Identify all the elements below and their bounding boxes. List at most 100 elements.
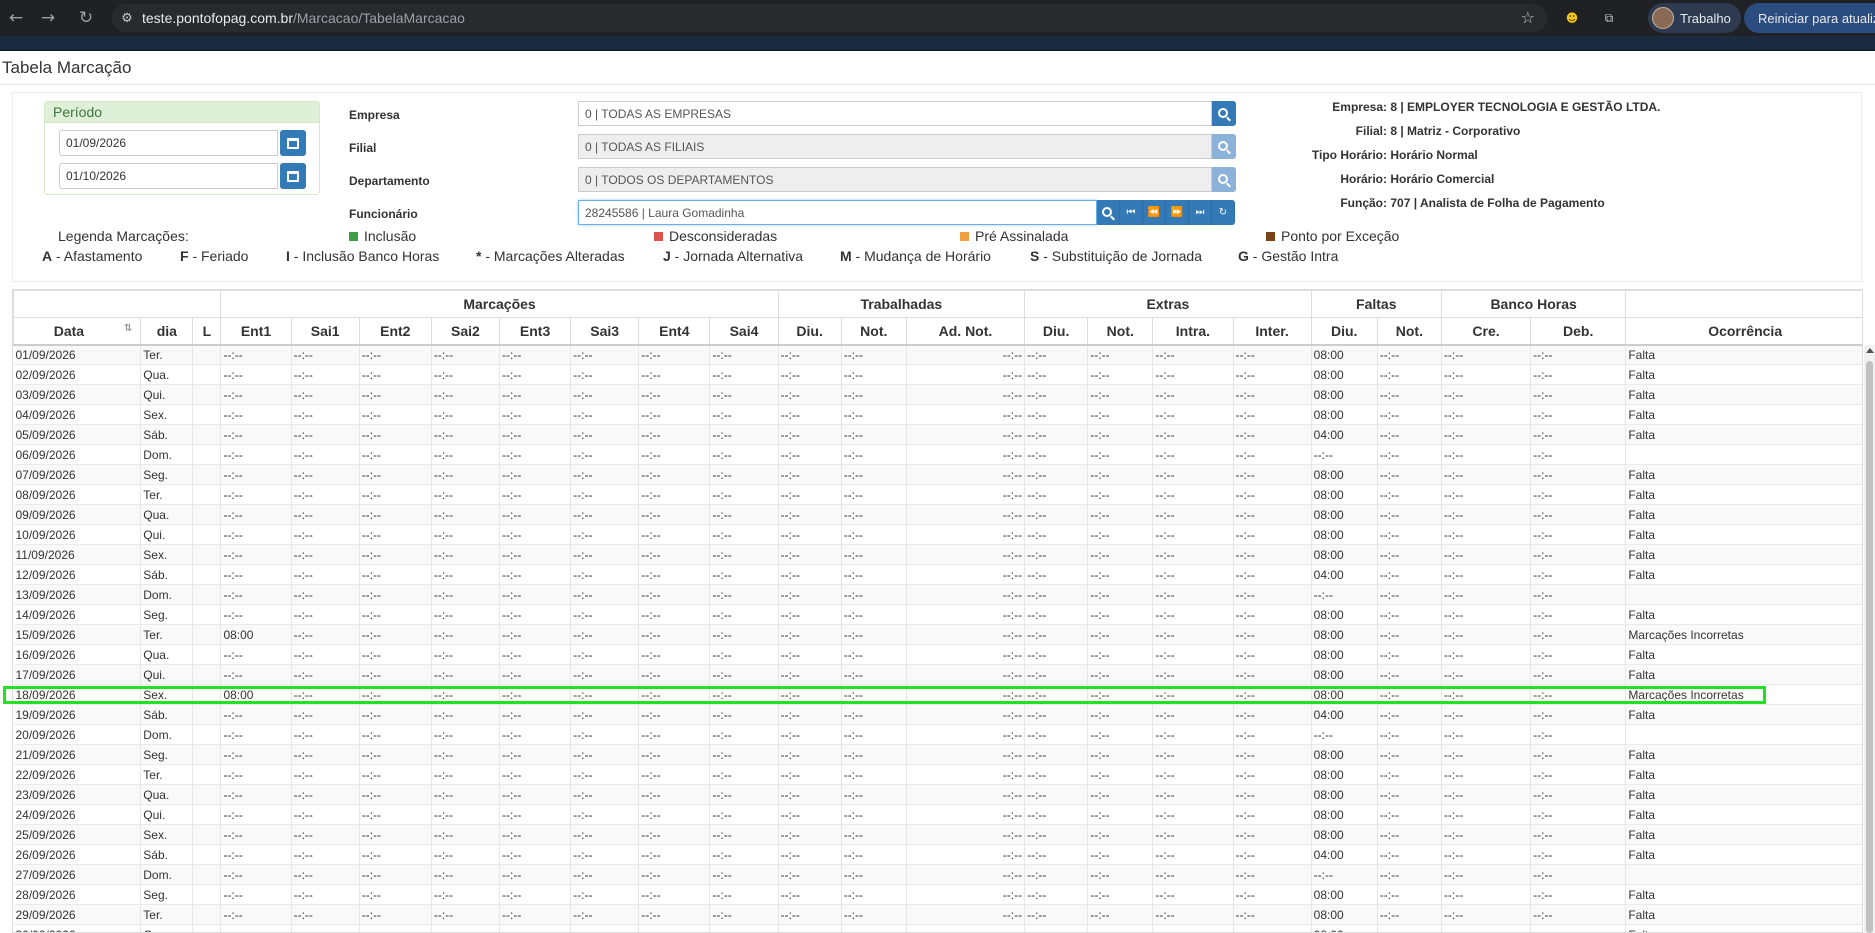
refresh-icon[interactable]: ↻ [1212,200,1235,225]
sort-icon[interactable]: ⇅ [124,323,132,334]
column-header-14[interactable]: Diu. [1024,317,1089,346]
table-row[interactable]: 25/09/2026 Sex. --:-- --:-- --:-- --:-- --:-- -… [13,824,1862,845]
table-row[interactable]: 20/09/2026 Dom. --:-- --:-- --:-- --:-- --:-- -… [13,724,1862,745]
end-date-input[interactable] [59,163,278,189]
column-header-10[interactable]: Sai4 [709,317,779,346]
column-header-12[interactable]: Not. [840,317,907,346]
profile-button[interactable]: Trabalho [1648,3,1741,33]
cell-extra: --:-- [1024,904,1089,925]
address-bar[interactable]: ⚙ teste.pontofopag.com.br/Marcacao/Tabel… [112,4,1547,32]
column-header-17[interactable]: Inter. [1232,317,1312,346]
column-header-21[interactable]: Deb. [1530,317,1627,346]
table-row[interactable]: 04/09/2026 Sex. --:-- --:-- --:-- --:-- --:-- -… [13,404,1862,425]
column-header-6[interactable]: Sai2 [430,317,501,346]
column-header-5[interactable]: Ent2 [358,317,432,346]
reload-icon[interactable]: ↻ [72,4,100,32]
table-row[interactable]: 08/09/2026 Ter. --:-- --:-- --:-- --:-- --:-- -… [13,484,1862,505]
end-date-calendar-button[interactable] [280,163,306,189]
table-row[interactable]: 28/09/2026 Seg. --:-- --:-- --:-- --:-- --:-- -… [13,884,1862,905]
column-header-1[interactable]: dia [140,317,194,346]
cell-extra: --:-- [1024,464,1089,485]
column-header-19[interactable]: Not. [1376,317,1442,346]
cell-data: 03/09/2026 [13,384,142,405]
column-header-2[interactable]: L [192,317,222,346]
table-row[interactable]: 09/09/2026 Qua. --:-- --:-- --:-- --:-- --:-- -… [13,504,1862,525]
empresa-search-button[interactable] [1212,101,1236,126]
extension-emoji-icon[interactable]: ☻ [1560,6,1584,30]
cell-marcacao: --:-- [638,404,711,425]
cell-marcacao: --:-- [499,844,572,865]
table-row[interactable]: 30/09/2026Qua.--:----:----:----:----:---… [13,924,1862,932]
cell-marcacao: --:-- [499,704,572,725]
column-header-15[interactable]: Not. [1087,317,1154,346]
start-date-calendar-button[interactable] [280,130,306,156]
last-record-icon[interactable]: ⏭ [1189,200,1212,225]
grid-scrollbar[interactable] [1864,345,1875,933]
scrollbar-thumb[interactable] [1866,361,1873,933]
departamento-field[interactable] [578,167,1212,192]
table-row[interactable]: 11/09/2026 Sex. --:-- --:-- --:-- --:-- --:-- -… [13,544,1862,565]
next-record-icon[interactable]: ⏩ [1166,200,1189,225]
site-info-icon[interactable]: ⚙ [112,11,142,26]
empresa-field[interactable] [578,101,1212,126]
cell-ocorrencia: Falta [1625,484,1862,505]
table-row[interactable]: 29/09/2026 Ter. --:-- --:-- --:-- --:-- --:-- -… [13,904,1862,925]
table-row[interactable]: 18/09/2026 Sex. 08:00 --:-- --:-- --:-- --:-- -… [13,684,1862,705]
table-row[interactable]: 24/09/2026 Qui. --:-- --:-- --:-- --:-- --:-- -… [13,804,1862,825]
column-header-11[interactable]: Diu. [777,317,842,346]
funcionario-search-button[interactable] [1097,200,1120,225]
cell-trab-not: --:-- [841,484,907,505]
cell-extra: --:-- [1087,784,1154,805]
bookmark-star-icon[interactable]: ☆ [1521,8,1535,27]
table-row[interactable]: 26/09/2026 Sáb. --:-- --:-- --:-- --:-- --:-- -… [13,844,1862,865]
restart-to-update-button[interactable]: Reiniciar para atualizar [1744,3,1875,33]
table-row[interactable]: 13/09/2026 Dom. --:-- --:-- --:-- --:-- --:-- -… [13,584,1862,605]
table-row[interactable]: 16/09/2026 Qua. --:-- --:-- --:-- --:-- --:-- -… [13,644,1862,665]
table-row[interactable]: 21/09/2026 Seg. --:-- --:-- --:-- --:-- --:-- -… [13,744,1862,765]
table-row[interactable]: 17/09/2026 Qui. --:-- --:-- --:-- --:-- --:-- -… [13,664,1862,685]
table-row[interactable]: 07/09/2026 Seg. --:-- --:-- --:-- --:-- --:-- -… [13,464,1862,485]
table-row[interactable]: 27/09/2026 Dom. --:-- --:-- --:-- --:-- --:-- -… [13,864,1862,885]
column-header-7[interactable]: Ent3 [498,317,572,346]
cell-falta-not: --:-- [1377,684,1442,705]
column-header-8[interactable]: Sai3 [570,317,640,346]
column-header-13[interactable]: Ad. Not. [905,317,1026,346]
table-row[interactable]: 15/09/2026 Ter. 08:00 --:-- --:-- --:-- --:-- -… [13,624,1862,645]
filial-field[interactable] [578,134,1212,159]
table-row[interactable]: 01/09/2026 Ter. --:-- --:-- --:-- --:-- --:-- -… [13,344,1862,365]
column-header-22[interactable]: Ocorrência [1625,317,1862,346]
departamento-search-button[interactable] [1212,167,1236,192]
cell-trab-diu: --:-- [778,424,842,445]
scroll-up-arrow-icon[interactable] [1866,348,1874,353]
table-row[interactable]: 03/09/2026 Qui. --:-- --:-- --:-- --:-- --:-- -… [13,384,1862,405]
forward-arrow-icon[interactable]: → [34,4,62,32]
column-header-0[interactable]: Data ⇅ [13,317,142,346]
start-date-input[interactable] [59,130,278,156]
table-row[interactable]: 14/09/2026 Seg. --:-- --:-- --:-- --:-- --:-- -… [13,604,1862,625]
table-row[interactable]: 22/09/2026 Ter. --:-- --:-- --:-- --:-- --:-- -… [13,764,1862,785]
table-row[interactable]: 23/09/2026 Qua. --:-- --:-- --:-- --:-- --:-- -… [13,784,1862,805]
first-record-icon[interactable]: ⏮ [1120,200,1143,225]
table-row[interactable]: 10/09/2026 Qui. --:-- --:-- --:-- --:-- --:-- -… [13,524,1862,545]
column-header-18[interactable]: Diu. [1310,317,1378,346]
cell-dia: Dom. [140,584,194,605]
cell-marcacao: --:-- [431,704,501,725]
table-row[interactable]: 05/09/2026 Sáb. --:-- --:-- --:-- --:-- --:-- -… [13,424,1862,445]
table-row[interactable]: 06/09/2026 Dom. --:-- --:-- --:-- --:-- --:-- -… [13,444,1862,465]
extensions-puzzle-icon[interactable]: ⧉ [1597,6,1621,30]
column-header-20[interactable]: Cre. [1440,317,1532,346]
column-header-4[interactable]: Sai1 [290,317,360,346]
column-header-3[interactable]: Ent1 [220,317,292,346]
column-header-16[interactable]: Intra. [1152,317,1234,346]
table-row[interactable]: 02/09/2026 Qua. --:-- --:-- --:-- --:-- --:-- -… [13,364,1862,385]
back-arrow-icon[interactable]: ← [2,4,30,32]
column-header-9[interactable]: Ent4 [638,317,711,346]
table-row[interactable]: 12/09/2026 Sáb. --:-- --:-- --:-- --:-- --:-- -… [13,564,1862,585]
cell-extra: --:-- [1024,804,1089,825]
table-row[interactable]: 19/09/2026 Sáb. --:-- --:-- --:-- --:-- --:-- -… [13,704,1862,725]
filial-search-button[interactable] [1212,134,1236,159]
previous-record-icon[interactable]: ⏪ [1143,200,1166,225]
funcionario-field[interactable] [578,200,1097,225]
cell-falta-not: --:-- [1377,344,1442,365]
cell-falta-not: --:-- [1377,924,1442,932]
